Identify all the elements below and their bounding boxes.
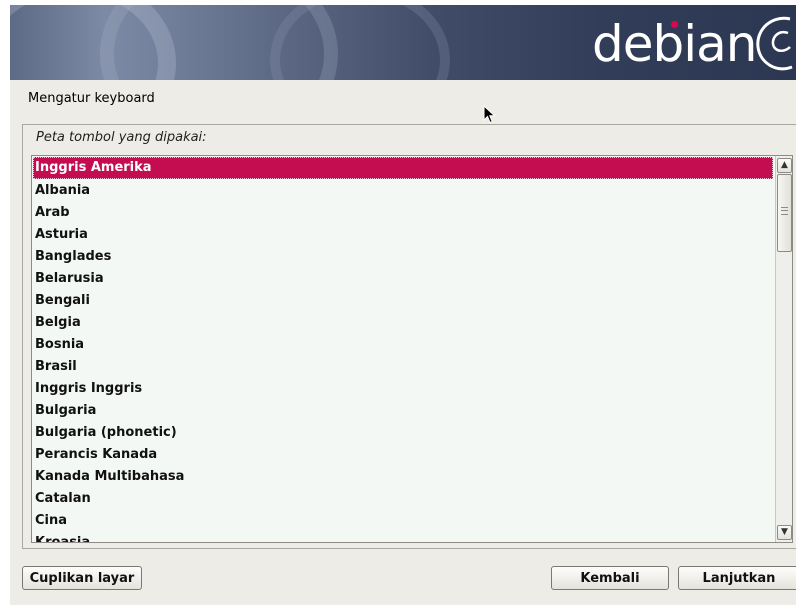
list-scrollbar[interactable]: ▲ ▼ bbox=[775, 156, 792, 542]
keymap-list[interactable]: Inggris Amerika Albania Arab Asturia Banglad… bbox=[32, 156, 774, 542]
grip-icon bbox=[781, 207, 788, 215]
list-item[interactable]: Bulgaria (phonetic) bbox=[32, 422, 774, 444]
list-item[interactable]: Cina bbox=[32, 510, 774, 532]
debian-swirl-icon bbox=[756, 16, 793, 71]
list-item[interactable]: Bulgaria bbox=[32, 400, 774, 422]
scroll-up-button[interactable]: ▲ bbox=[777, 158, 792, 173]
screenshot-button[interactable]: Cuplikan layar bbox=[22, 566, 142, 590]
list-item-selected[interactable]: Inggris Amerika bbox=[33, 157, 773, 179]
list-item[interactable]: Bengali bbox=[32, 290, 774, 312]
keymap-group: Peta tombol yang dipakai: Inggris Amerik… bbox=[22, 124, 796, 549]
debian-logo-text: debian bbox=[592, 15, 757, 73]
list-item[interactable]: Banglades bbox=[32, 246, 774, 268]
installer-window: debian Mengatur keyboard Peta tombol yan… bbox=[10, 5, 796, 605]
debian-banner: debian bbox=[10, 5, 796, 80]
list-item[interactable]: Belgia bbox=[32, 312, 774, 334]
debian-logo-dot bbox=[671, 21, 678, 28]
page-title: Mengatur keyboard bbox=[28, 91, 155, 106]
list-item[interactable]: Albania bbox=[32, 180, 774, 202]
keymap-listbox[interactable]: Inggris Amerika Albania Arab Asturia Banglad… bbox=[31, 155, 793, 543]
back-button[interactable]: Kembali bbox=[551, 566, 669, 590]
installer-screen: debian Mengatur keyboard Peta tombol yan… bbox=[0, 0, 796, 605]
banner-decoration bbox=[270, 5, 450, 80]
list-item[interactable]: Asturia bbox=[32, 224, 774, 246]
list-item[interactable]: Catalan bbox=[32, 488, 774, 510]
list-item[interactable]: Brasil bbox=[32, 356, 774, 378]
list-item[interactable]: Belarusia bbox=[32, 268, 774, 290]
continue-button[interactable]: Lanjutkan bbox=[678, 566, 796, 590]
list-item[interactable]: Inggris Inggris bbox=[32, 378, 774, 400]
keymap-label: Peta tombol yang dipakai: bbox=[36, 130, 207, 145]
scrollbar-thumb[interactable] bbox=[777, 174, 792, 252]
list-item[interactable]: Bosnia bbox=[32, 334, 774, 356]
list-item[interactable]: Kanada Multibahasa bbox=[32, 466, 774, 488]
scroll-down-button[interactable]: ▼ bbox=[777, 525, 792, 540]
list-item[interactable]: Perancis Kanada bbox=[32, 444, 774, 466]
list-item[interactable]: Arab bbox=[32, 202, 774, 224]
list-item[interactable]: Kroasia bbox=[32, 532, 774, 542]
mouse-pointer-icon bbox=[483, 105, 496, 124]
